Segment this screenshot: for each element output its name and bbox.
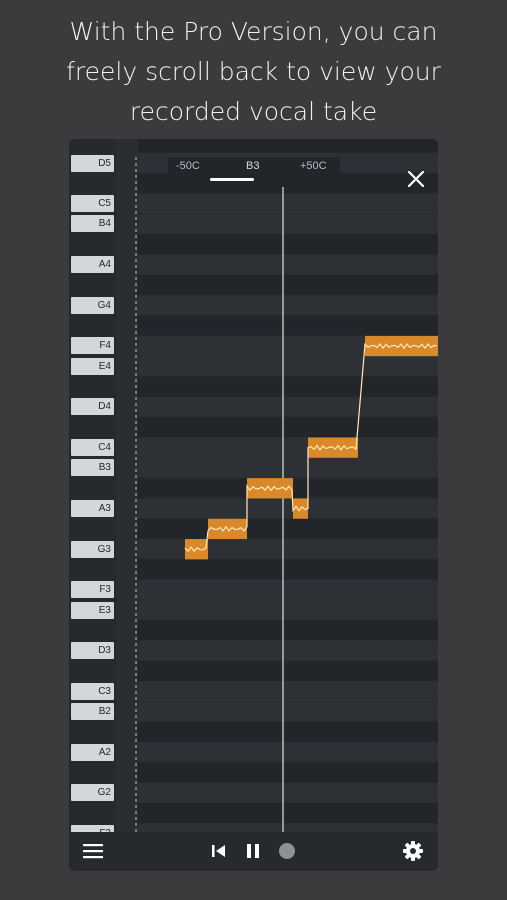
lane-sharp [138, 559, 438, 580]
lane-sharp [138, 376, 438, 397]
piano-key-a2[interactable]: A2 [71, 743, 114, 761]
minus-cents-label: -50C [176, 160, 200, 172]
piano-key-d3[interactable]: D3 [71, 642, 114, 660]
lane-sharp [138, 803, 438, 823]
lane-natural [138, 782, 438, 803]
pitch-roll-view[interactable] [116, 139, 438, 832]
lane-natural [138, 396, 438, 417]
piano-key-b3[interactable]: B3 [71, 459, 114, 477]
piano-key-d4[interactable]: D4 [71, 398, 114, 416]
skip-to-start-icon [212, 845, 225, 857]
bottom-toolbar [69, 832, 438, 871]
lane-natural [138, 600, 438, 620]
piano-key-d5[interactable]: D5 [71, 154, 114, 172]
close-icon [407, 170, 425, 188]
menu-button[interactable] [82, 841, 104, 861]
lane-natural [138, 437, 438, 458]
lane-natural [138, 254, 438, 275]
current-note-label: B3 [246, 160, 260, 172]
skip-back-button[interactable] [210, 842, 228, 860]
lane-sharp [138, 518, 438, 539]
piano-key-f4[interactable]: F4 [71, 337, 114, 355]
lane-natural [138, 193, 438, 214]
lane-sharp [138, 315, 438, 336]
piano-key-e3[interactable]: E3 [71, 601, 114, 619]
piano-key-g2[interactable]: G2 [71, 784, 114, 802]
record-dot-icon [279, 843, 295, 859]
hamburger-menu-icon [83, 844, 103, 859]
record-button[interactable] [278, 842, 296, 860]
lane-natural [138, 640, 438, 661]
lane-natural [138, 701, 438, 722]
lane-natural [138, 823, 438, 832]
lane-natural [138, 539, 438, 559]
lane-sharp [138, 661, 438, 681]
caption-line-3: recorded vocal take [129, 97, 378, 126]
lane-sharp [138, 234, 438, 254]
lane-sharp [138, 417, 438, 437]
pitch-indicator [210, 178, 254, 181]
caption-line-2: freely scroll back to view your [66, 57, 441, 86]
lane-sharp [138, 721, 438, 742]
pause-button[interactable] [244, 842, 262, 860]
scroll-margin [116, 139, 138, 832]
lane-sharp [138, 620, 438, 641]
lane-natural [138, 742, 438, 762]
piano-key-a4[interactable]: A4 [71, 256, 114, 274]
piano-key-g3[interactable]: G3 [71, 540, 114, 558]
lane-sharp [138, 762, 438, 783]
app-screen: D5C5B4A4G4F4E4D4C4B3A3G3F3E3D3C3B2A2G2F2… [69, 139, 438, 871]
lane-sharp [138, 274, 438, 295]
piano-key-b2[interactable]: B2 [71, 703, 114, 721]
lane-natural [138, 295, 438, 315]
lane-natural [138, 213, 438, 234]
settings-button[interactable] [402, 840, 424, 862]
close-button[interactable] [404, 167, 428, 191]
piano-key-g4[interactable]: G4 [71, 296, 114, 314]
piano-key-c3[interactable]: C3 [71, 682, 114, 700]
pitch-grid [116, 139, 438, 832]
lane-natural [138, 681, 438, 702]
promo-caption: With the Pro Version, you can freely scr… [0, 12, 507, 132]
piano-key-f3[interactable]: F3 [71, 581, 114, 599]
piano-key-c5[interactable]: C5 [71, 195, 114, 213]
piano-key-a3[interactable]: A3 [71, 499, 114, 517]
lane-natural [138, 498, 438, 519]
piano-keyboard: D5C5B4A4G4F4E4D4C4B3A3G3F3E3D3C3B2A2G2F2 [69, 139, 116, 843]
plus-cents-label: +50C [300, 160, 327, 172]
pause-icon [247, 844, 259, 858]
piano-key-b4[interactable]: B4 [71, 215, 114, 233]
gear-icon [403, 841, 423, 861]
lane-sharp [138, 139, 438, 153]
caption-line-1: With the Pro Version, you can [69, 17, 438, 46]
lane-natural [138, 457, 438, 478]
pitch-meter: -50C B3 +50C [168, 157, 340, 177]
piano-key-c4[interactable]: C4 [71, 438, 114, 456]
lane-natural [138, 356, 438, 376]
lane-natural [138, 579, 438, 600]
piano-key-e4[interactable]: E4 [71, 357, 114, 375]
